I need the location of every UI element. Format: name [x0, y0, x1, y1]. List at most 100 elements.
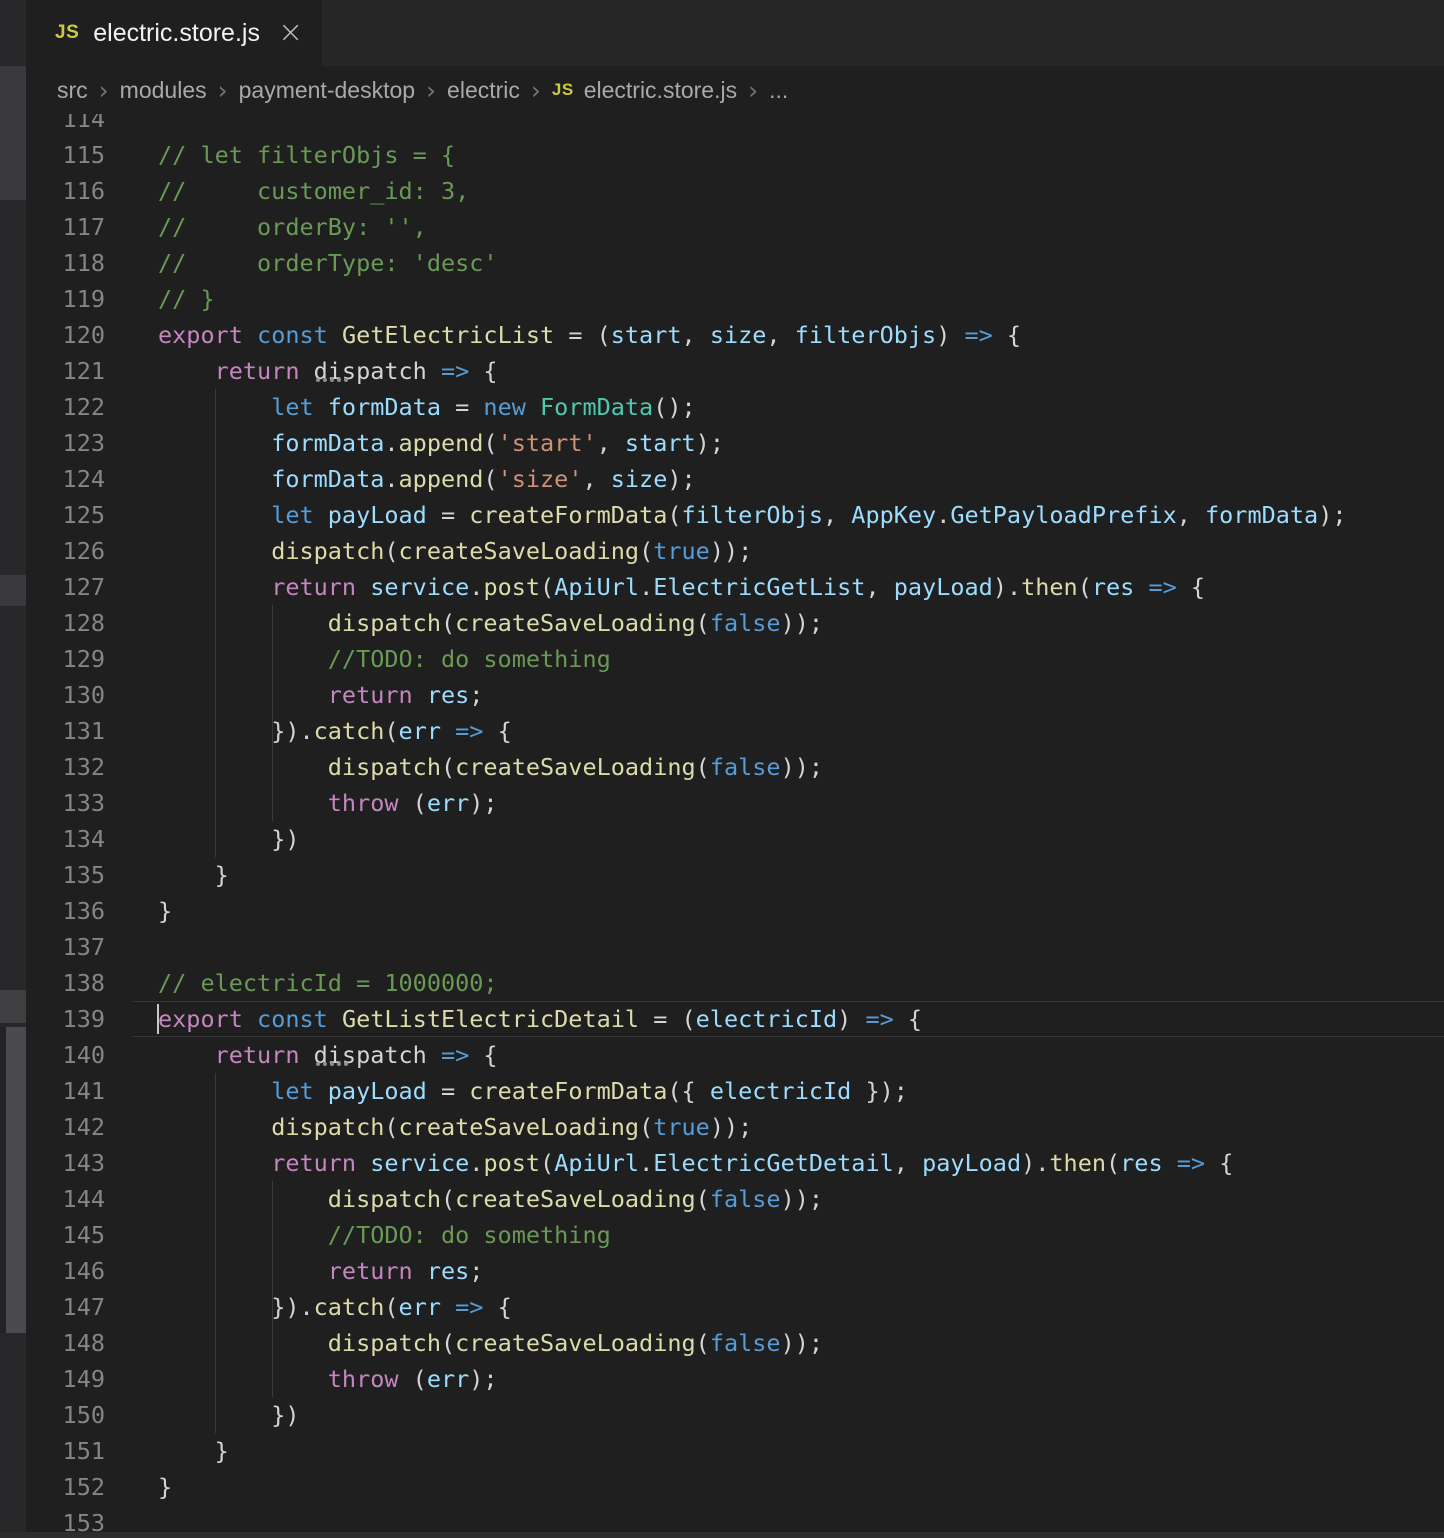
- line-number[interactable]: 133: [26, 785, 105, 821]
- code-line[interactable]: 115 // let filterObjs = {: [26, 137, 1444, 173]
- line-number[interactable]: 127: [26, 569, 105, 605]
- line-number[interactable]: 122: [26, 389, 105, 425]
- line-number[interactable]: 126: [26, 533, 105, 569]
- indent-guide: [215, 389, 216, 857]
- code-line[interactable]: 132 dispatch(createSaveLoading(false));: [26, 749, 1444, 785]
- line-number[interactable]: 117: [26, 209, 105, 245]
- line-number[interactable]: 115: [26, 137, 105, 173]
- code-line-content: }).catch(err => {: [158, 713, 512, 749]
- sidebar-edge-block: [0, 990, 26, 1023]
- code-line-content: formData.append('start', start);: [158, 425, 724, 461]
- code-line[interactable]: 119// }: [26, 281, 1444, 317]
- code-line-content: //TODO: do something: [158, 1217, 611, 1253]
- code-line[interactable]: 123 formData.append('start', start);: [26, 425, 1444, 461]
- code-line[interactable]: 150 }): [26, 1397, 1444, 1433]
- line-number[interactable]: 145: [26, 1217, 105, 1253]
- code-line[interactable]: 127 return service.post(ApiUrl.ElectricG…: [26, 569, 1444, 605]
- line-number[interactable]: 143: [26, 1145, 105, 1181]
- breadcrumb-item-more[interactable]: ...: [769, 77, 788, 104]
- breadcrumb-item-electric[interactable]: electric: [447, 77, 520, 104]
- code-line[interactable]: 141 let payLoad = createFormData({ elect…: [26, 1073, 1444, 1109]
- code-line[interactable]: 118// orderType: 'desc': [26, 245, 1444, 281]
- line-number[interactable]: 150: [26, 1397, 105, 1433]
- code-line[interactable]: 148 dispatch(createSaveLoading(false));: [26, 1325, 1444, 1361]
- breadcrumb: src › modules › payment-desktop › electr…: [26, 66, 1444, 114]
- code-line[interactable]: 116// customer_id: 3,: [26, 173, 1444, 209]
- code-line[interactable]: 152}: [26, 1469, 1444, 1505]
- code-line-content: formData.append('size', size);: [158, 461, 696, 497]
- breadcrumb-item-payment-desktop[interactable]: payment-desktop: [239, 77, 415, 104]
- code-line[interactable]: 131 }).catch(err => {: [26, 713, 1444, 749]
- line-number[interactable]: 141: [26, 1073, 105, 1109]
- chevron-right-icon: ›: [531, 76, 541, 105]
- code-line[interactable]: 130 return res;: [26, 677, 1444, 713]
- line-number[interactable]: 144: [26, 1181, 105, 1217]
- line-number[interactable]: 121: [26, 353, 105, 389]
- line-number[interactable]: 136: [26, 893, 105, 929]
- line-number[interactable]: 134: [26, 821, 105, 857]
- line-number[interactable]: 140: [26, 1037, 105, 1073]
- code-line[interactable]: 143 return service.post(ApiUrl.ElectricG…: [26, 1145, 1444, 1181]
- sidebar-scrollbar-thumb[interactable]: [6, 1027, 26, 1333]
- code-line-content: // let filterObjs = {: [158, 137, 455, 173]
- code-line-content: throw (err);: [158, 1361, 498, 1397]
- code-line[interactable]: 133 throw (err);: [26, 785, 1444, 821]
- line-number[interactable]: 146: [26, 1253, 105, 1289]
- line-number[interactable]: 152: [26, 1469, 105, 1505]
- code-line[interactable]: 117// orderBy: '',: [26, 209, 1444, 245]
- code-line[interactable]: 122 let formData = new FormData();: [26, 389, 1444, 425]
- code-line[interactable]: 129 //TODO: do something: [26, 641, 1444, 677]
- code-line[interactable]: 125 let payLoad = createFormData(filterO…: [26, 497, 1444, 533]
- code-line[interactable]: 126 dispatch(createSaveLoading(true));: [26, 533, 1444, 569]
- line-number[interactable]: 125: [26, 497, 105, 533]
- line-number[interactable]: 119: [26, 281, 105, 317]
- code-line[interactable]: 120export const GetElectricList = (start…: [26, 317, 1444, 353]
- code-line-content: throw (err);: [158, 785, 498, 821]
- line-number[interactable]: 142: [26, 1109, 105, 1145]
- code-line-content: return dispatch => {: [158, 353, 498, 389]
- code-line[interactable]: 136}: [26, 893, 1444, 929]
- code-line[interactable]: 147 }).catch(err => {: [26, 1289, 1444, 1325]
- line-number[interactable]: 118: [26, 245, 105, 281]
- code-line[interactable]: 135 }: [26, 857, 1444, 893]
- code-line[interactable]: 142 dispatch(createSaveLoading(true));: [26, 1109, 1444, 1145]
- line-number[interactable]: 123: [26, 425, 105, 461]
- line-number[interactable]: 148: [26, 1325, 105, 1361]
- code-editor[interactable]: 114115// let filterObjs = {116// custome…: [0, 0, 1444, 1538]
- code-line[interactable]: 151 }: [26, 1433, 1444, 1469]
- line-number[interactable]: 132: [26, 749, 105, 785]
- code-line[interactable]: 124 formData.append('size', size);: [26, 461, 1444, 497]
- line-number[interactable]: 137: [26, 929, 105, 965]
- breadcrumb-item-file[interactable]: electric.store.js: [584, 77, 737, 104]
- code-line[interactable]: 140 return dispatch => {: [26, 1037, 1444, 1073]
- line-number[interactable]: 130: [26, 677, 105, 713]
- line-number[interactable]: 151: [26, 1433, 105, 1469]
- line-number[interactable]: 128: [26, 605, 105, 641]
- code-line[interactable]: 149 throw (err);: [26, 1361, 1444, 1397]
- line-number[interactable]: 139: [26, 1001, 105, 1037]
- line-number[interactable]: 138: [26, 965, 105, 1001]
- code-line[interactable]: 138// electricId = 1000000;: [26, 965, 1444, 1001]
- code-line[interactable]: 145 //TODO: do something: [26, 1217, 1444, 1253]
- code-line[interactable]: 121 return dispatch => {: [26, 353, 1444, 389]
- line-number[interactable]: 131: [26, 713, 105, 749]
- line-number[interactable]: 116: [26, 173, 105, 209]
- breadcrumb-item-src[interactable]: src: [57, 77, 88, 104]
- line-number[interactable]: 124: [26, 461, 105, 497]
- breadcrumb-item-modules[interactable]: modules: [120, 77, 207, 104]
- code-line[interactable]: 134 }): [26, 821, 1444, 857]
- code-line[interactable]: 146 return res;: [26, 1253, 1444, 1289]
- line-number[interactable]: 120: [26, 317, 105, 353]
- line-number[interactable]: 147: [26, 1289, 105, 1325]
- chevron-right-icon: ›: [218, 76, 228, 105]
- code-line[interactable]: 144 dispatch(createSaveLoading(false));: [26, 1181, 1444, 1217]
- code-line[interactable]: 137: [26, 929, 1444, 965]
- code-line[interactable]: 128 dispatch(createSaveLoading(false));: [26, 605, 1444, 641]
- line-number[interactable]: 135: [26, 857, 105, 893]
- line-number[interactable]: 149: [26, 1361, 105, 1397]
- tab-electric-store-js[interactable]: JS electric.store.js ×: [26, 0, 322, 66]
- close-icon[interactable]: ×: [278, 18, 303, 48]
- line-number[interactable]: 129: [26, 641, 105, 677]
- code-line-content: let formData = new FormData();: [158, 389, 696, 425]
- code-line-content: return dispatch => {: [158, 1037, 498, 1073]
